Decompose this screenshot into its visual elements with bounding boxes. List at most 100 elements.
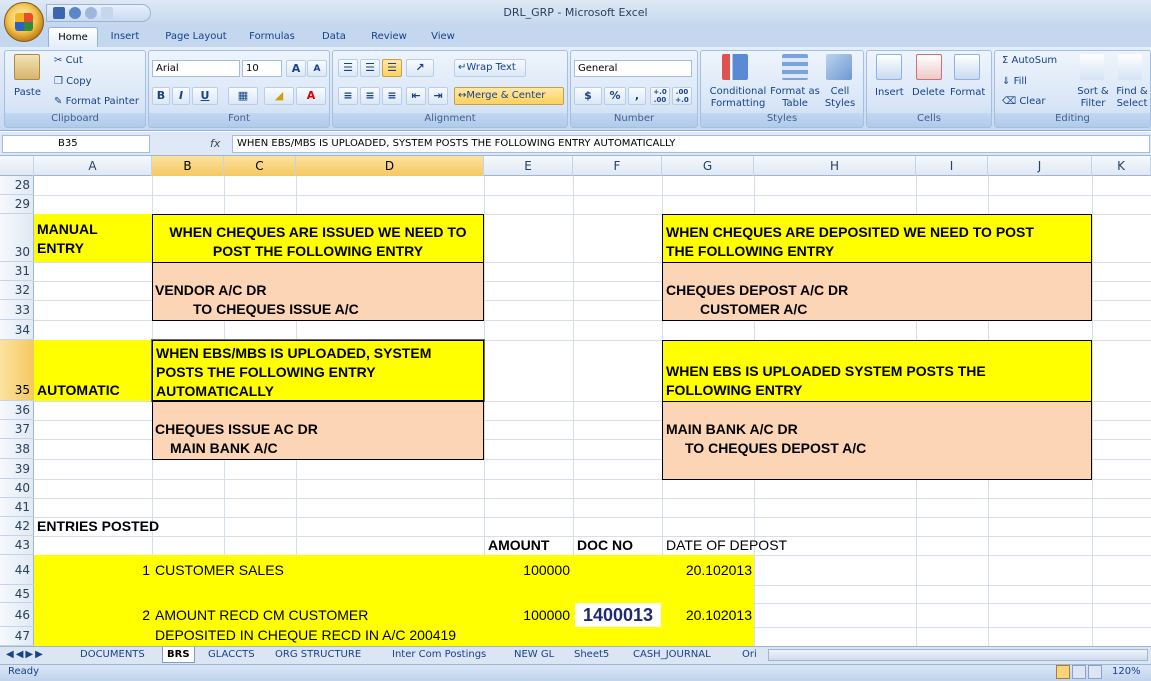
row-header-31[interactable]: 31: [0, 262, 34, 281]
col-header-h[interactable]: H: [754, 156, 916, 176]
zoom-level[interactable]: 120%: [1112, 666, 1141, 677]
decrease-indent-button[interactable]: ⇤: [406, 87, 426, 105]
insert-function-button[interactable]: fx: [150, 137, 228, 150]
insert-cells-button[interactable]: Insert: [875, 87, 904, 98]
format-cells-button[interactable]: Format: [950, 87, 985, 98]
align-right-button[interactable]: ≡: [382, 87, 402, 105]
page-break-view-icon[interactable]: [1088, 665, 1102, 679]
row-header-40[interactable]: 40: [0, 479, 34, 498]
cell-b37[interactable]: CHEQUES ISSUE AC DR: [155, 420, 318, 439]
cell-g46[interactable]: 20.102013: [662, 606, 752, 625]
row-header-39[interactable]: 39: [0, 459, 34, 479]
name-box[interactable]: B35: [2, 135, 150, 153]
conditional-formatting-button[interactable]: Conditional Formatting: [704, 86, 772, 110]
sheet-nav-arrows-icon[interactable]: ◀◀▶▶: [6, 647, 45, 663]
cell-a44[interactable]: 1: [34, 561, 150, 580]
cell-g38[interactable]: TO CHEQUES DEPOST A/C: [685, 439, 866, 458]
cell-a42[interactable]: ENTRIES POSTED: [37, 517, 159, 536]
align-top-button[interactable]: ☰: [338, 59, 358, 77]
increase-indent-button[interactable]: ⇥: [428, 87, 448, 105]
sheet-tab-brs[interactable]: BRS: [162, 647, 195, 663]
cell-e44[interactable]: 100000: [484, 561, 570, 580]
col-header-g[interactable]: G: [662, 156, 754, 176]
redo-icon[interactable]: [85, 7, 97, 19]
cell-styles-button[interactable]: Cell Styles: [822, 86, 858, 110]
row-header-29[interactable]: 29: [0, 195, 34, 214]
cell-a46[interactable]: 2: [34, 606, 150, 625]
cell-b44[interactable]: CUSTOMER SALES: [155, 561, 284, 580]
font-name-select[interactable]: Arial: [152, 60, 240, 77]
cell-e43[interactable]: AMOUNT: [488, 536, 549, 555]
row-header-47[interactable]: 47: [0, 627, 34, 646]
col-header-f[interactable]: F: [573, 156, 662, 176]
cell-a35[interactable]: AUTOMATIC: [37, 381, 120, 400]
cell-b30[interactable]: WHEN CHEQUES ARE ISSUED WE NEED TO POST …: [152, 214, 484, 263]
tab-formulas[interactable]: Formulas: [244, 27, 300, 48]
cell-g32[interactable]: CHEQUES DEPOST A/C DR: [666, 281, 848, 300]
bold-button[interactable]: B: [152, 87, 170, 105]
tab-home[interactable]: Home: [48, 27, 98, 48]
row-header-45[interactable]: 45: [0, 585, 34, 603]
customize-qat-icon[interactable]: [101, 7, 113, 19]
col-header-e[interactable]: E: [484, 156, 573, 176]
row-header-28[interactable]: 28: [0, 176, 34, 195]
row-header-32[interactable]: 32: [0, 281, 34, 300]
cell-b35-selected[interactable]: WHEN EBS/MBS IS UPLOADED, SYSTEM POSTS T…: [151, 339, 485, 402]
font-color-button[interactable]: A: [296, 87, 326, 105]
comma-button[interactable]: ,: [628, 87, 646, 105]
col-header-j[interactable]: J: [988, 156, 1092, 176]
underline-button[interactable]: U: [192, 87, 218, 105]
italic-button[interactable]: I: [172, 87, 190, 105]
format-painter-button[interactable]: ✎ Format Painter: [54, 96, 139, 107]
row-header-38[interactable]: 38: [0, 439, 34, 459]
conditional-formatting-icon[interactable]: [722, 54, 748, 80]
delete-cells-icon[interactable]: [916, 54, 942, 80]
horizontal-scrollbar[interactable]: [768, 649, 1148, 661]
tab-insert[interactable]: Insert: [104, 27, 146, 48]
delete-cells-button[interactable]: Delete: [912, 87, 945, 98]
row-header-44[interactable]: 44: [0, 555, 34, 585]
office-button[interactable]: [4, 2, 44, 42]
sheet-tab-documents[interactable]: DOCUMENTS: [80, 647, 145, 663]
sheet-tab-glaccts[interactable]: GLACCTS: [208, 647, 255, 663]
copy-button[interactable]: ❐ Copy: [54, 76, 92, 87]
col-header-k[interactable]: K: [1092, 156, 1151, 176]
row-header-30[interactable]: 30: [0, 214, 34, 262]
paste-button[interactable]: Paste: [14, 87, 41, 98]
sheet-tab-inter-com[interactable]: Inter Com Postings: [392, 647, 486, 663]
row-header-41[interactable]: 41: [0, 498, 34, 517]
sheet-tab-ori[interactable]: Ori: [742, 647, 757, 663]
tab-review[interactable]: Review: [364, 27, 414, 48]
align-center-button[interactable]: ≡: [360, 87, 380, 105]
cell-b38[interactable]: MAIN BANK A/C: [170, 439, 278, 458]
cell-styles-icon[interactable]: [826, 54, 852, 80]
tab-data[interactable]: Data: [314, 27, 354, 48]
currency-button[interactable]: $: [574, 87, 602, 105]
sheet-tab-sheet5[interactable]: Sheet5: [574, 647, 609, 663]
format-as-table-button[interactable]: Format as Table: [768, 86, 822, 110]
cell-b32[interactable]: VENDOR A/C DR: [155, 281, 267, 300]
row-header-42[interactable]: 42: [0, 517, 34, 536]
row-header-33[interactable]: 33: [0, 300, 34, 320]
cell-b46[interactable]: AMOUNT RECD CM CUSTOMER: [155, 606, 368, 625]
align-middle-button[interactable]: ☰: [360, 59, 380, 77]
col-header-a[interactable]: A: [34, 156, 152, 176]
wrap-text-button[interactable]: ↵Wrap Text: [454, 59, 526, 77]
cell-g33[interactable]: CUSTOMER A/C: [700, 300, 807, 319]
cell-g35[interactable]: WHEN EBS IS UPLOADED SYSTEM POSTS THE FO…: [662, 340, 1092, 402]
clear-button[interactable]: ⌫ Clear: [1002, 96, 1045, 107]
decrease-decimal-button[interactable]: .00 +.0: [672, 87, 692, 105]
cell-b33[interactable]: TO CHEQUES ISSUE A/C: [193, 300, 359, 319]
cell-e46[interactable]: 100000: [484, 606, 570, 625]
fill-button[interactable]: ⇓ Fill: [1002, 76, 1027, 87]
sort-filter-button[interactable]: Sort & Filter: [1074, 86, 1112, 110]
percent-button[interactable]: %: [604, 87, 626, 105]
formula-input[interactable]: WHEN EBS/MBS IS UPLOADED, SYSTEM POSTS T…: [232, 135, 1150, 153]
orientation-button[interactable]: ↗: [406, 59, 434, 77]
cell-f46[interactable]: 1400013: [575, 603, 661, 627]
find-select-button[interactable]: Find & Select: [1114, 86, 1150, 110]
col-header-i[interactable]: I: [916, 156, 988, 176]
merge-center-button[interactable]: ↔Merge & Center: [454, 87, 564, 105]
tab-page-layout[interactable]: Page Layout: [158, 27, 234, 48]
font-size-select[interactable]: 10: [242, 60, 282, 77]
